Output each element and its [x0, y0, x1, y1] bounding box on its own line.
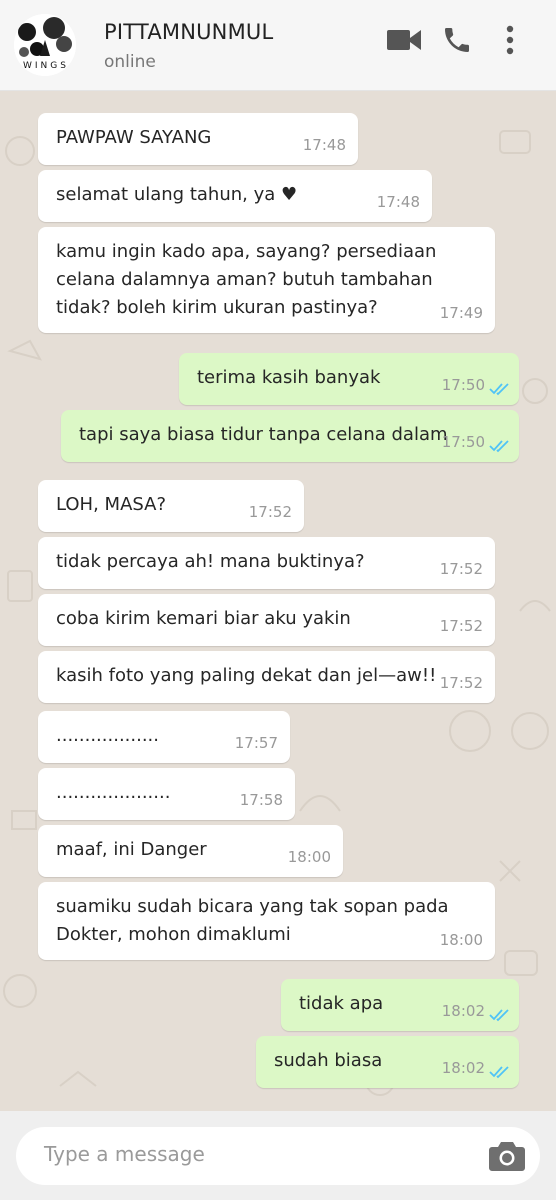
- message-text: terima kasih banyak: [197, 367, 381, 388]
- message-time: 17:52: [248, 503, 292, 521]
- message-time: 17:48: [376, 193, 420, 211]
- read-receipt-icon: [489, 1009, 509, 1022]
- message-text: ....................: [56, 782, 171, 803]
- incoming-message[interactable]: coba kirim kemari biar aku yakin 17:52: [38, 594, 495, 646]
- outgoing-message[interactable]: tidak apa 18:02: [281, 979, 519, 1031]
- message-time: 17:52: [439, 674, 483, 692]
- incoming-message[interactable]: .................. 17:57: [38, 711, 290, 763]
- message-text: ..................: [56, 725, 159, 746]
- message-text: sudah biasa: [274, 1050, 383, 1071]
- incoming-message[interactable]: selamat ulang tahun, ya ♥ 17:48: [38, 170, 432, 222]
- incoming-message[interactable]: tidak percaya ah! mana buktinya? 17:52: [38, 537, 495, 589]
- outgoing-message[interactable]: terima kasih banyak 17:50: [179, 353, 519, 405]
- composer-bar: Type a message: [0, 1111, 556, 1200]
- message-text: LOH, MASA?: [56, 494, 167, 515]
- message-time: 17:50: [441, 376, 485, 394]
- more-options-icon[interactable]: [500, 24, 520, 56]
- message-time: 18:00: [287, 848, 331, 866]
- incoming-message[interactable]: PAWPAW SAYANG 17:48: [38, 113, 358, 165]
- message-time: 17:58: [239, 791, 283, 809]
- outgoing-message[interactable]: tapi saya biasa tidur tanpa celana dalam…: [61, 410, 519, 462]
- message-time: 17:50: [441, 433, 485, 451]
- read-receipt-icon: [489, 440, 509, 453]
- avatar-wordmark: WINGS: [23, 61, 69, 71]
- read-receipt-icon: [489, 1066, 509, 1079]
- video-call-icon[interactable]: [386, 24, 422, 56]
- incoming-message[interactable]: LOH, MASA? 17:52: [38, 480, 304, 532]
- read-receipt-icon: [489, 383, 509, 396]
- incoming-message[interactable]: kasih foto yang paling dekat dan jel—aw!…: [38, 651, 495, 703]
- incoming-message[interactable]: kamu ingin kado apa, sayang? persediaan …: [38, 227, 495, 333]
- contact-status: online: [104, 52, 156, 72]
- message-time: 18:00: [439, 931, 483, 949]
- outgoing-message[interactable]: sudah biasa 18:02: [256, 1036, 519, 1088]
- message-text: coba kirim kemari biar aku yakin: [56, 608, 351, 629]
- camera-icon[interactable]: [488, 1139, 526, 1173]
- message-time: 18:02: [441, 1059, 485, 1077]
- message-input[interactable]: Type a message: [16, 1127, 540, 1185]
- incoming-message[interactable]: maaf, ini Danger 18:00: [38, 825, 343, 877]
- message-text: maaf, ini Danger: [56, 839, 207, 860]
- message-text: tidak apa: [299, 993, 384, 1014]
- contact-name[interactable]: PITTAMNUNMUL: [104, 20, 273, 44]
- message-time: 17:52: [439, 560, 483, 578]
- message-placeholder: Type a message: [44, 1142, 205, 1166]
- message-text: kasih foto yang paling dekat dan jel—aw!…: [56, 665, 437, 686]
- message-time: 17:52: [439, 617, 483, 635]
- message-time: 17:57: [234, 734, 278, 752]
- message-time: 18:02: [441, 1002, 485, 1020]
- message-text: PAWPAW SAYANG: [56, 127, 212, 148]
- phone-icon[interactable]: [441, 24, 473, 56]
- incoming-message[interactable]: suamiku sudah bicara yang tak sopan pada…: [38, 882, 495, 960]
- message-text: tapi saya biasa tidur tanpa celana dalam: [79, 424, 448, 445]
- contact-avatar[interactable]: WINGS: [14, 14, 76, 76]
- message-text: selamat ulang tahun, ya ♥: [56, 184, 298, 205]
- message-text: suamiku sudah bicara yang tak sopan pada…: [56, 896, 449, 945]
- message-text: kamu ingin kado apa, sayang? persediaan …: [56, 241, 437, 318]
- message-text: tidak percaya ah! mana buktinya?: [56, 551, 365, 572]
- message-time: 17:48: [302, 136, 346, 154]
- incoming-message[interactable]: .................... 17:58: [38, 768, 295, 820]
- chat-header: WINGS PITTAMNUNMUL online: [0, 0, 556, 91]
- message-time: 17:49: [439, 304, 483, 322]
